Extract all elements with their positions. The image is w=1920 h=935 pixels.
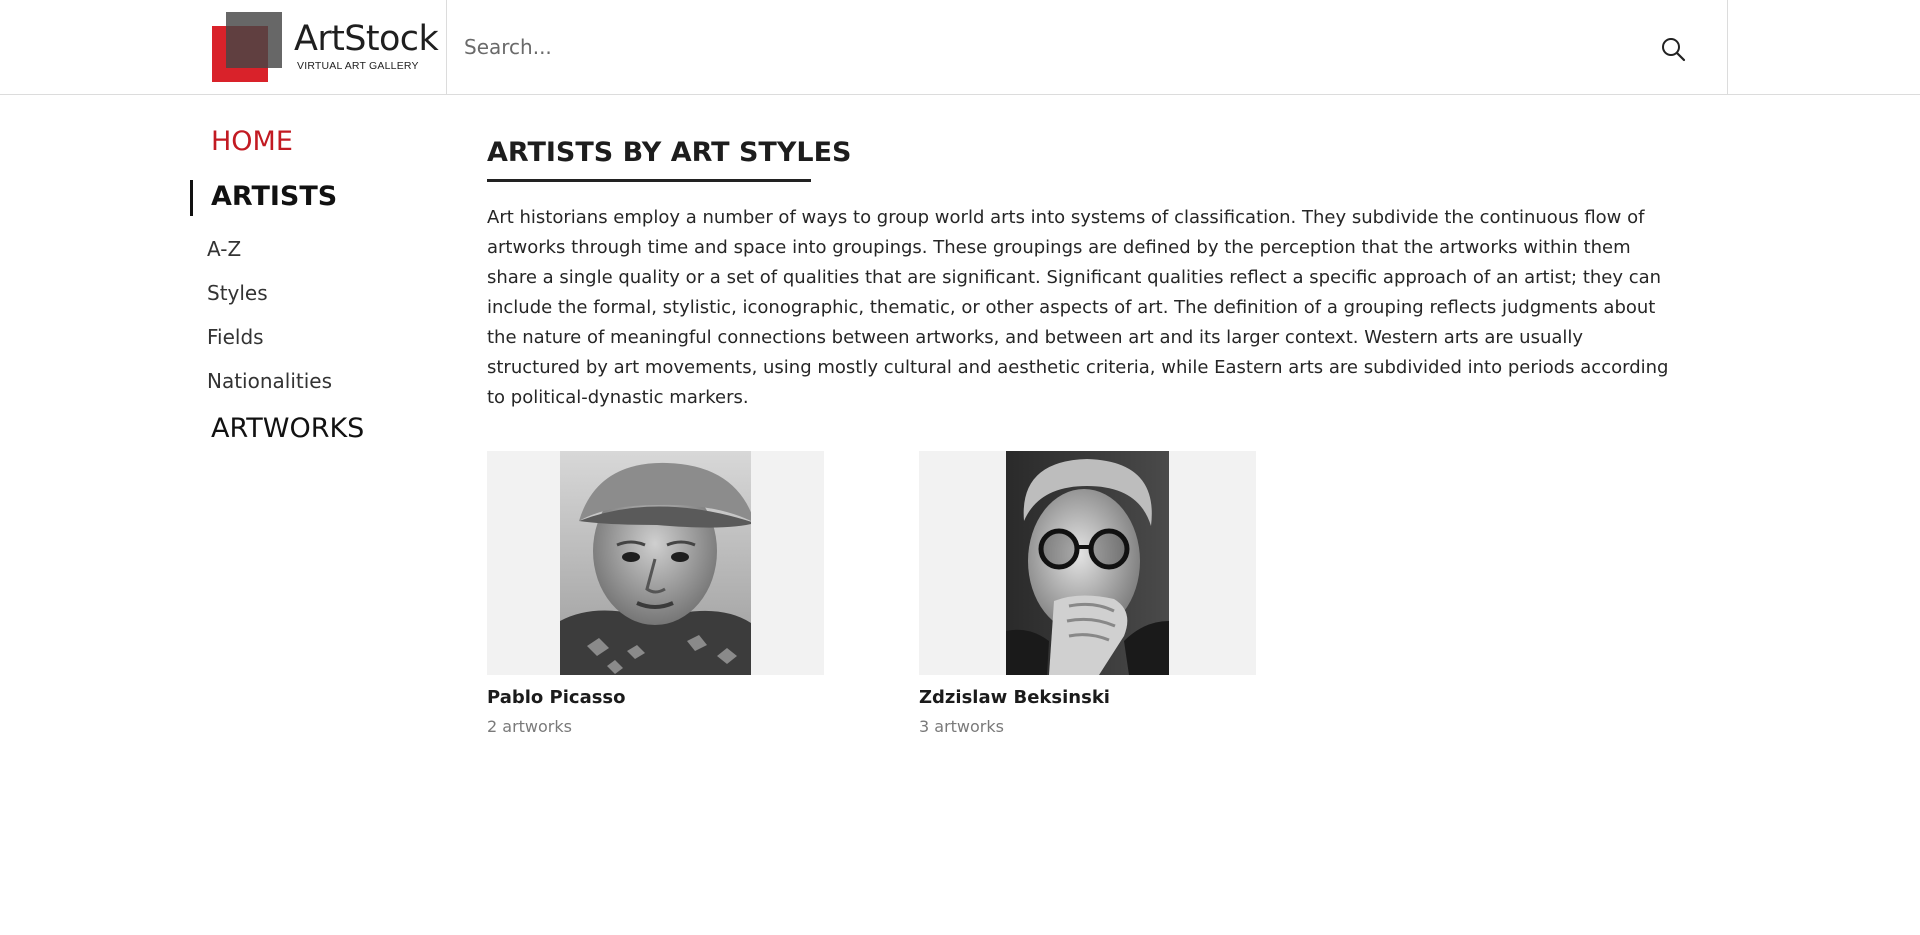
nav-artists[interactable]: ARTISTS xyxy=(211,181,337,213)
top-header: ArtStock VIRTUAL ART GALLERY xyxy=(0,0,1920,95)
nav-sub-fields[interactable]: Fields xyxy=(207,324,264,350)
active-indicator xyxy=(190,180,193,216)
artwork-count: 2 artworks xyxy=(487,717,572,736)
title-underline xyxy=(487,179,811,182)
header-divider-left xyxy=(446,0,447,95)
logo-tagline: VIRTUAL ART GALLERY xyxy=(297,60,419,72)
search-button[interactable] xyxy=(1656,32,1690,66)
logo-gray-square xyxy=(226,12,282,68)
logo-name: ArtStock xyxy=(294,19,439,59)
intro-paragraph: Art historians employ a number of ways t… xyxy=(487,207,1669,408)
artist-portrait-beksinski-image xyxy=(919,451,1256,675)
nav-artworks[interactable]: ARTWORKS xyxy=(211,413,364,445)
nav-sub-a-z[interactable]: A-Z xyxy=(207,236,241,262)
nav-sub-styles[interactable]: Styles xyxy=(207,280,268,306)
nav-home[interactable]: HOME xyxy=(211,126,293,158)
logo-mark-icon xyxy=(210,11,282,83)
artist-photo-frame[interactable] xyxy=(487,451,824,675)
artist-name[interactable]: Zdzislaw Beksinski xyxy=(919,687,1110,708)
artist-card-pablo-picasso[interactable]: Pablo Picasso 2 artworks xyxy=(487,451,824,736)
artist-photo-frame[interactable] xyxy=(919,451,1256,675)
page-title: ARTISTS BY ART STYLES xyxy=(487,137,852,168)
artwork-count: 3 artworks xyxy=(919,717,1004,736)
artist-name[interactable]: Pablo Picasso xyxy=(487,687,626,708)
header-divider-right xyxy=(1727,0,1728,95)
artist-portrait-picasso-image xyxy=(487,451,824,675)
nav-sub-nationalities[interactable]: Nationalities xyxy=(207,368,332,394)
search-input[interactable] xyxy=(464,24,1644,70)
site-logo[interactable]: ArtStock VIRTUAL ART GALLERY xyxy=(210,11,442,83)
artist-card-zdzislaw-beksinski[interactable]: Zdzislaw Beksinski 3 artworks xyxy=(919,451,1256,736)
search-icon xyxy=(1662,38,1686,62)
